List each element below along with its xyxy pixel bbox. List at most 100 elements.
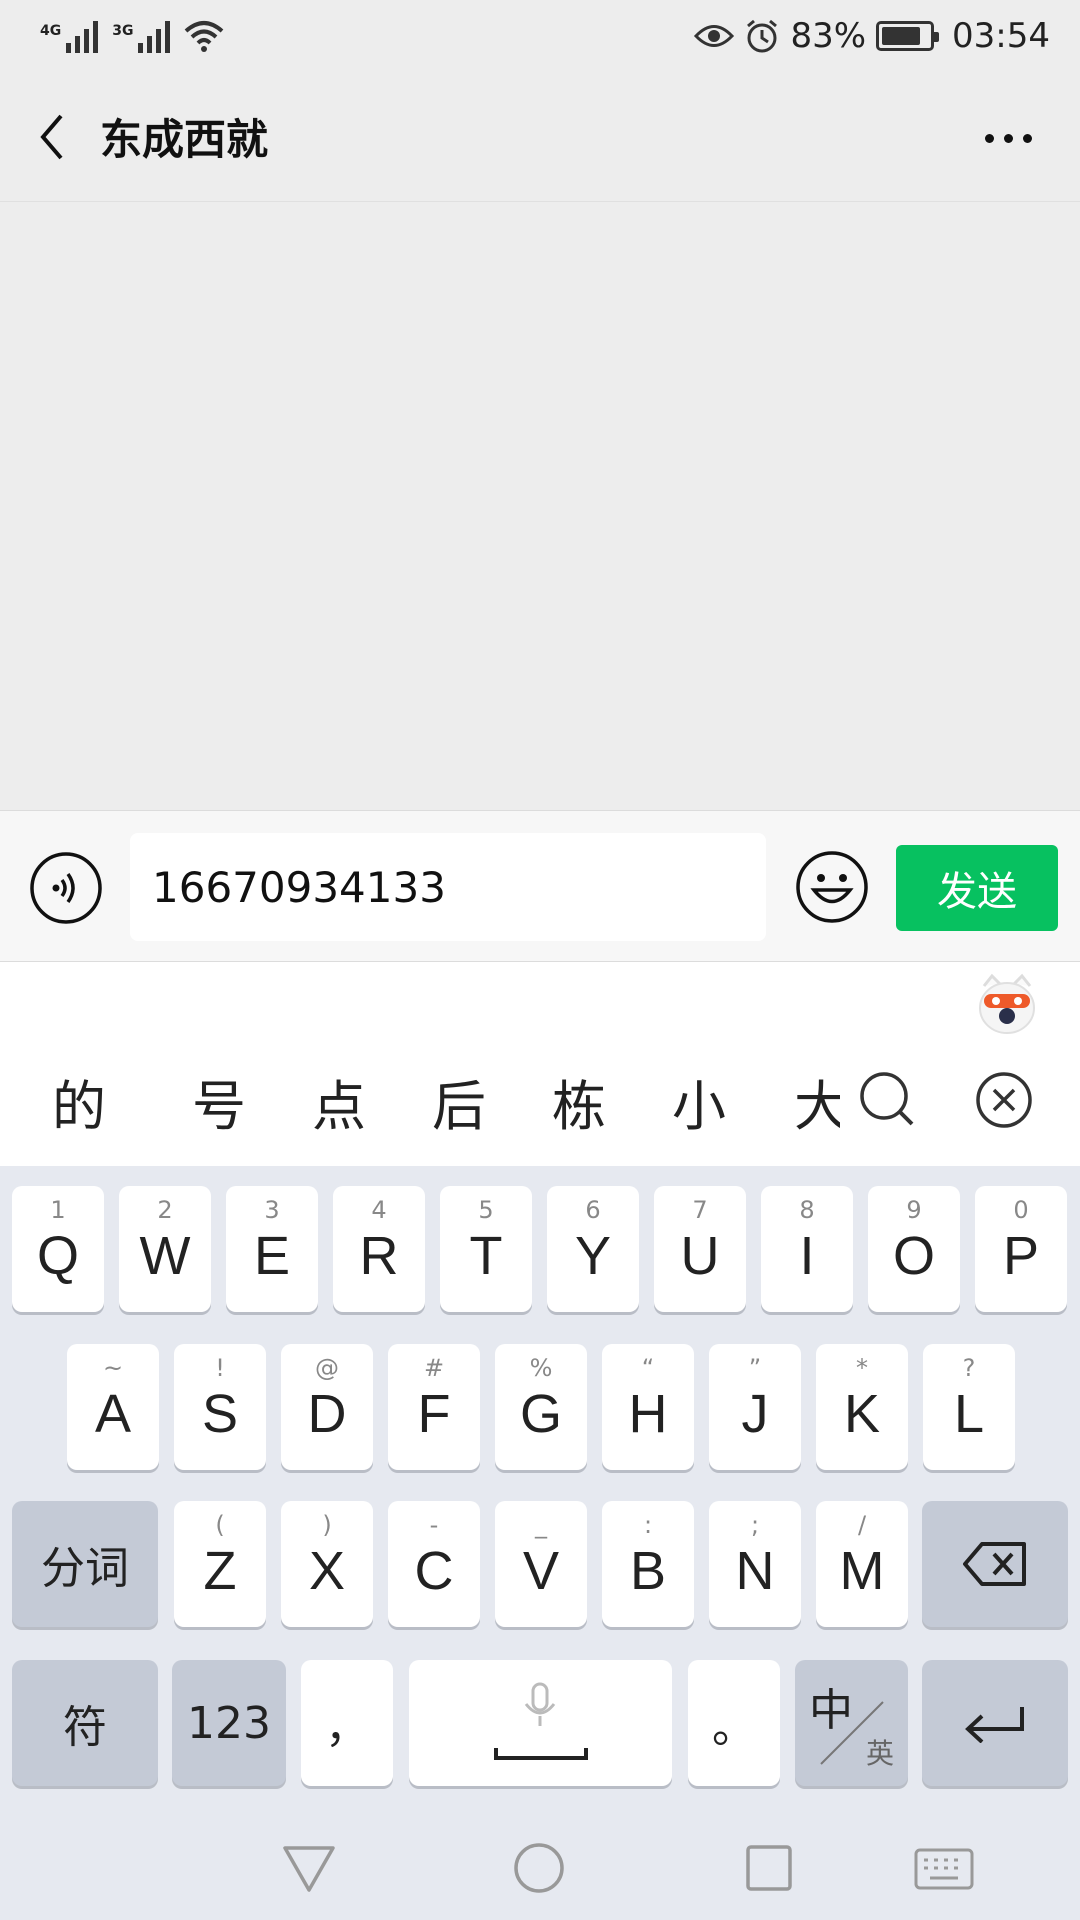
back-triangle-icon[interactable] — [279, 1838, 339, 1898]
send-button[interactable]: 发送 — [896, 845, 1058, 931]
letter-key-g[interactable]: % G — [495, 1344, 587, 1470]
letter-key-x[interactable]: ) X — [281, 1501, 373, 1627]
key-label: M — [839, 1541, 885, 1601]
status-bar: 4G 3G 83% 03:54 — [0, 0, 1080, 72]
letter-key-i[interactable]: 8I — [761, 1186, 853, 1312]
ime-mascot-icon[interactable] — [976, 972, 1038, 1036]
number-key[interactable]: 123 — [172, 1660, 286, 1786]
key-label: 分词 — [41, 1543, 129, 1594]
key-label: N — [735, 1541, 775, 1601]
key-secondary-label: ( — [215, 1511, 225, 1539]
letter-key-t[interactable]: 5T — [440, 1186, 532, 1312]
search-icon[interactable] — [858, 1070, 918, 1130]
space-bar-icon — [494, 1748, 588, 1760]
key-secondary-label: 2 — [157, 1196, 173, 1224]
back-button[interactable] — [4, 72, 100, 201]
letter-key-o[interactable]: 9O — [868, 1186, 960, 1312]
candidate-word[interactable]: 号 — [192, 1062, 246, 1152]
letter-key-w[interactable]: 2W — [119, 1186, 211, 1312]
key-secondary-label: 3 — [264, 1196, 280, 1224]
key-label: U — [680, 1226, 720, 1286]
more-options-button[interactable] — [972, 110, 1044, 166]
enter-key[interactable] — [922, 1660, 1068, 1786]
voice-input-icon[interactable] — [29, 851, 103, 925]
alarm-icon — [747, 19, 778, 53]
segment-key[interactable]: 分词 — [12, 1501, 158, 1627]
letter-key-r[interactable]: 4R — [333, 1186, 425, 1312]
key-label: F — [417, 1384, 451, 1444]
letter-key-b[interactable]: :B — [602, 1501, 694, 1627]
signal-bars-icon — [138, 19, 171, 53]
letter-key-e[interactable]: 3E — [226, 1186, 318, 1312]
key-label: B — [629, 1541, 667, 1601]
letter-key-l[interactable]: ? L — [923, 1344, 1015, 1470]
key-label: ， — [325, 1702, 369, 1753]
candidate-word[interactable]: 大 — [794, 1062, 840, 1152]
symbol-key[interactable]: 符 — [12, 1660, 158, 1786]
wifi-icon — [185, 21, 224, 52]
candidate-word[interactable]: 点 — [312, 1062, 366, 1152]
letter-key-c[interactable]: -C — [388, 1501, 480, 1627]
key-secondary-label: _ — [535, 1511, 547, 1539]
letter-key-m[interactable]: / M — [816, 1501, 908, 1627]
battery-icon — [876, 21, 940, 51]
key-secondary-label: 5 — [478, 1196, 494, 1224]
letter-key-j[interactable]: ” J — [709, 1344, 801, 1470]
message-input[interactable] — [130, 833, 766, 941]
letter-key-z[interactable]: (Z — [174, 1501, 266, 1627]
backspace-key[interactable] — [922, 1501, 1068, 1627]
key-secondary-label: 7 — [692, 1196, 708, 1224]
key-secondary-label: * — [856, 1354, 868, 1382]
letter-key-a[interactable]: ~ A — [67, 1344, 159, 1470]
key-secondary-label: ” — [748, 1354, 762, 1382]
key-secondary-label: ) — [322, 1511, 332, 1539]
key-label: R — [359, 1226, 399, 1286]
letter-key-y[interactable]: 6Y — [547, 1186, 639, 1312]
letter-key-n[interactable]: ; N — [709, 1501, 801, 1627]
key-label: O — [892, 1226, 935, 1286]
letter-key-p[interactable]: 0P — [975, 1186, 1067, 1312]
letter-key-q[interactable]: 1Q — [12, 1186, 104, 1312]
dot-icon — [1003, 133, 1013, 143]
key-secondary-label: 6 — [585, 1196, 601, 1224]
chat-message-area[interactable] — [0, 202, 1080, 810]
space-key[interactable] — [409, 1660, 672, 1786]
key-label: A — [94, 1384, 132, 1444]
microphone-icon — [524, 1682, 556, 1726]
key-label: I — [799, 1226, 815, 1286]
letter-key-d[interactable]: @ D — [281, 1344, 373, 1470]
backspace-icon — [963, 1542, 1026, 1586]
key-secondary-label: 8 — [799, 1196, 815, 1224]
dot-icon — [1022, 133, 1032, 143]
close-candidates-icon[interactable] — [974, 1070, 1034, 1130]
key-label: 符 — [63, 1702, 107, 1753]
candidate-word[interactable]: 小 — [672, 1062, 726, 1152]
key-label: H — [628, 1384, 668, 1444]
emoji-icon[interactable] — [794, 849, 870, 925]
input-bar: 发送 — [0, 810, 1080, 962]
signal-3g: 3G — [112, 19, 171, 53]
letter-key-h[interactable]: “H — [602, 1344, 694, 1470]
letter-key-s[interactable]: ! S — [174, 1344, 266, 1470]
recents-square-icon[interactable] — [739, 1838, 799, 1898]
candidate-word[interactable]: 的 — [52, 1062, 106, 1152]
candidate-word[interactable]: 栋 — [552, 1062, 606, 1152]
key-label: G — [519, 1384, 562, 1444]
period-key[interactable]: 。 — [688, 1660, 780, 1786]
candidate-word[interactable]: 后 — [432, 1062, 486, 1152]
key-label: C — [414, 1541, 454, 1601]
key-label: E — [253, 1226, 291, 1286]
net-type-label: 4G — [40, 23, 62, 39]
lang-en-label: 英 — [865, 1737, 894, 1770]
candidate-list: 的号点后栋小大 — [0, 1062, 1080, 1152]
key-secondary-label: @ — [315, 1354, 339, 1382]
letter-key-f[interactable]: # F — [388, 1344, 480, 1470]
letter-key-k[interactable]: * K — [816, 1344, 908, 1470]
language-switch-key[interactable]: 中 英 — [795, 1660, 908, 1786]
ime-candidate-bar: 的号点后栋小大 — [0, 962, 1080, 1166]
home-circle-icon[interactable] — [509, 1838, 569, 1898]
letter-key-u[interactable]: 7U — [654, 1186, 746, 1312]
keyboard-toggle-icon[interactable] — [912, 1838, 976, 1898]
comma-key[interactable]: ， — [301, 1660, 393, 1786]
letter-key-v[interactable]: _ V — [495, 1501, 587, 1627]
